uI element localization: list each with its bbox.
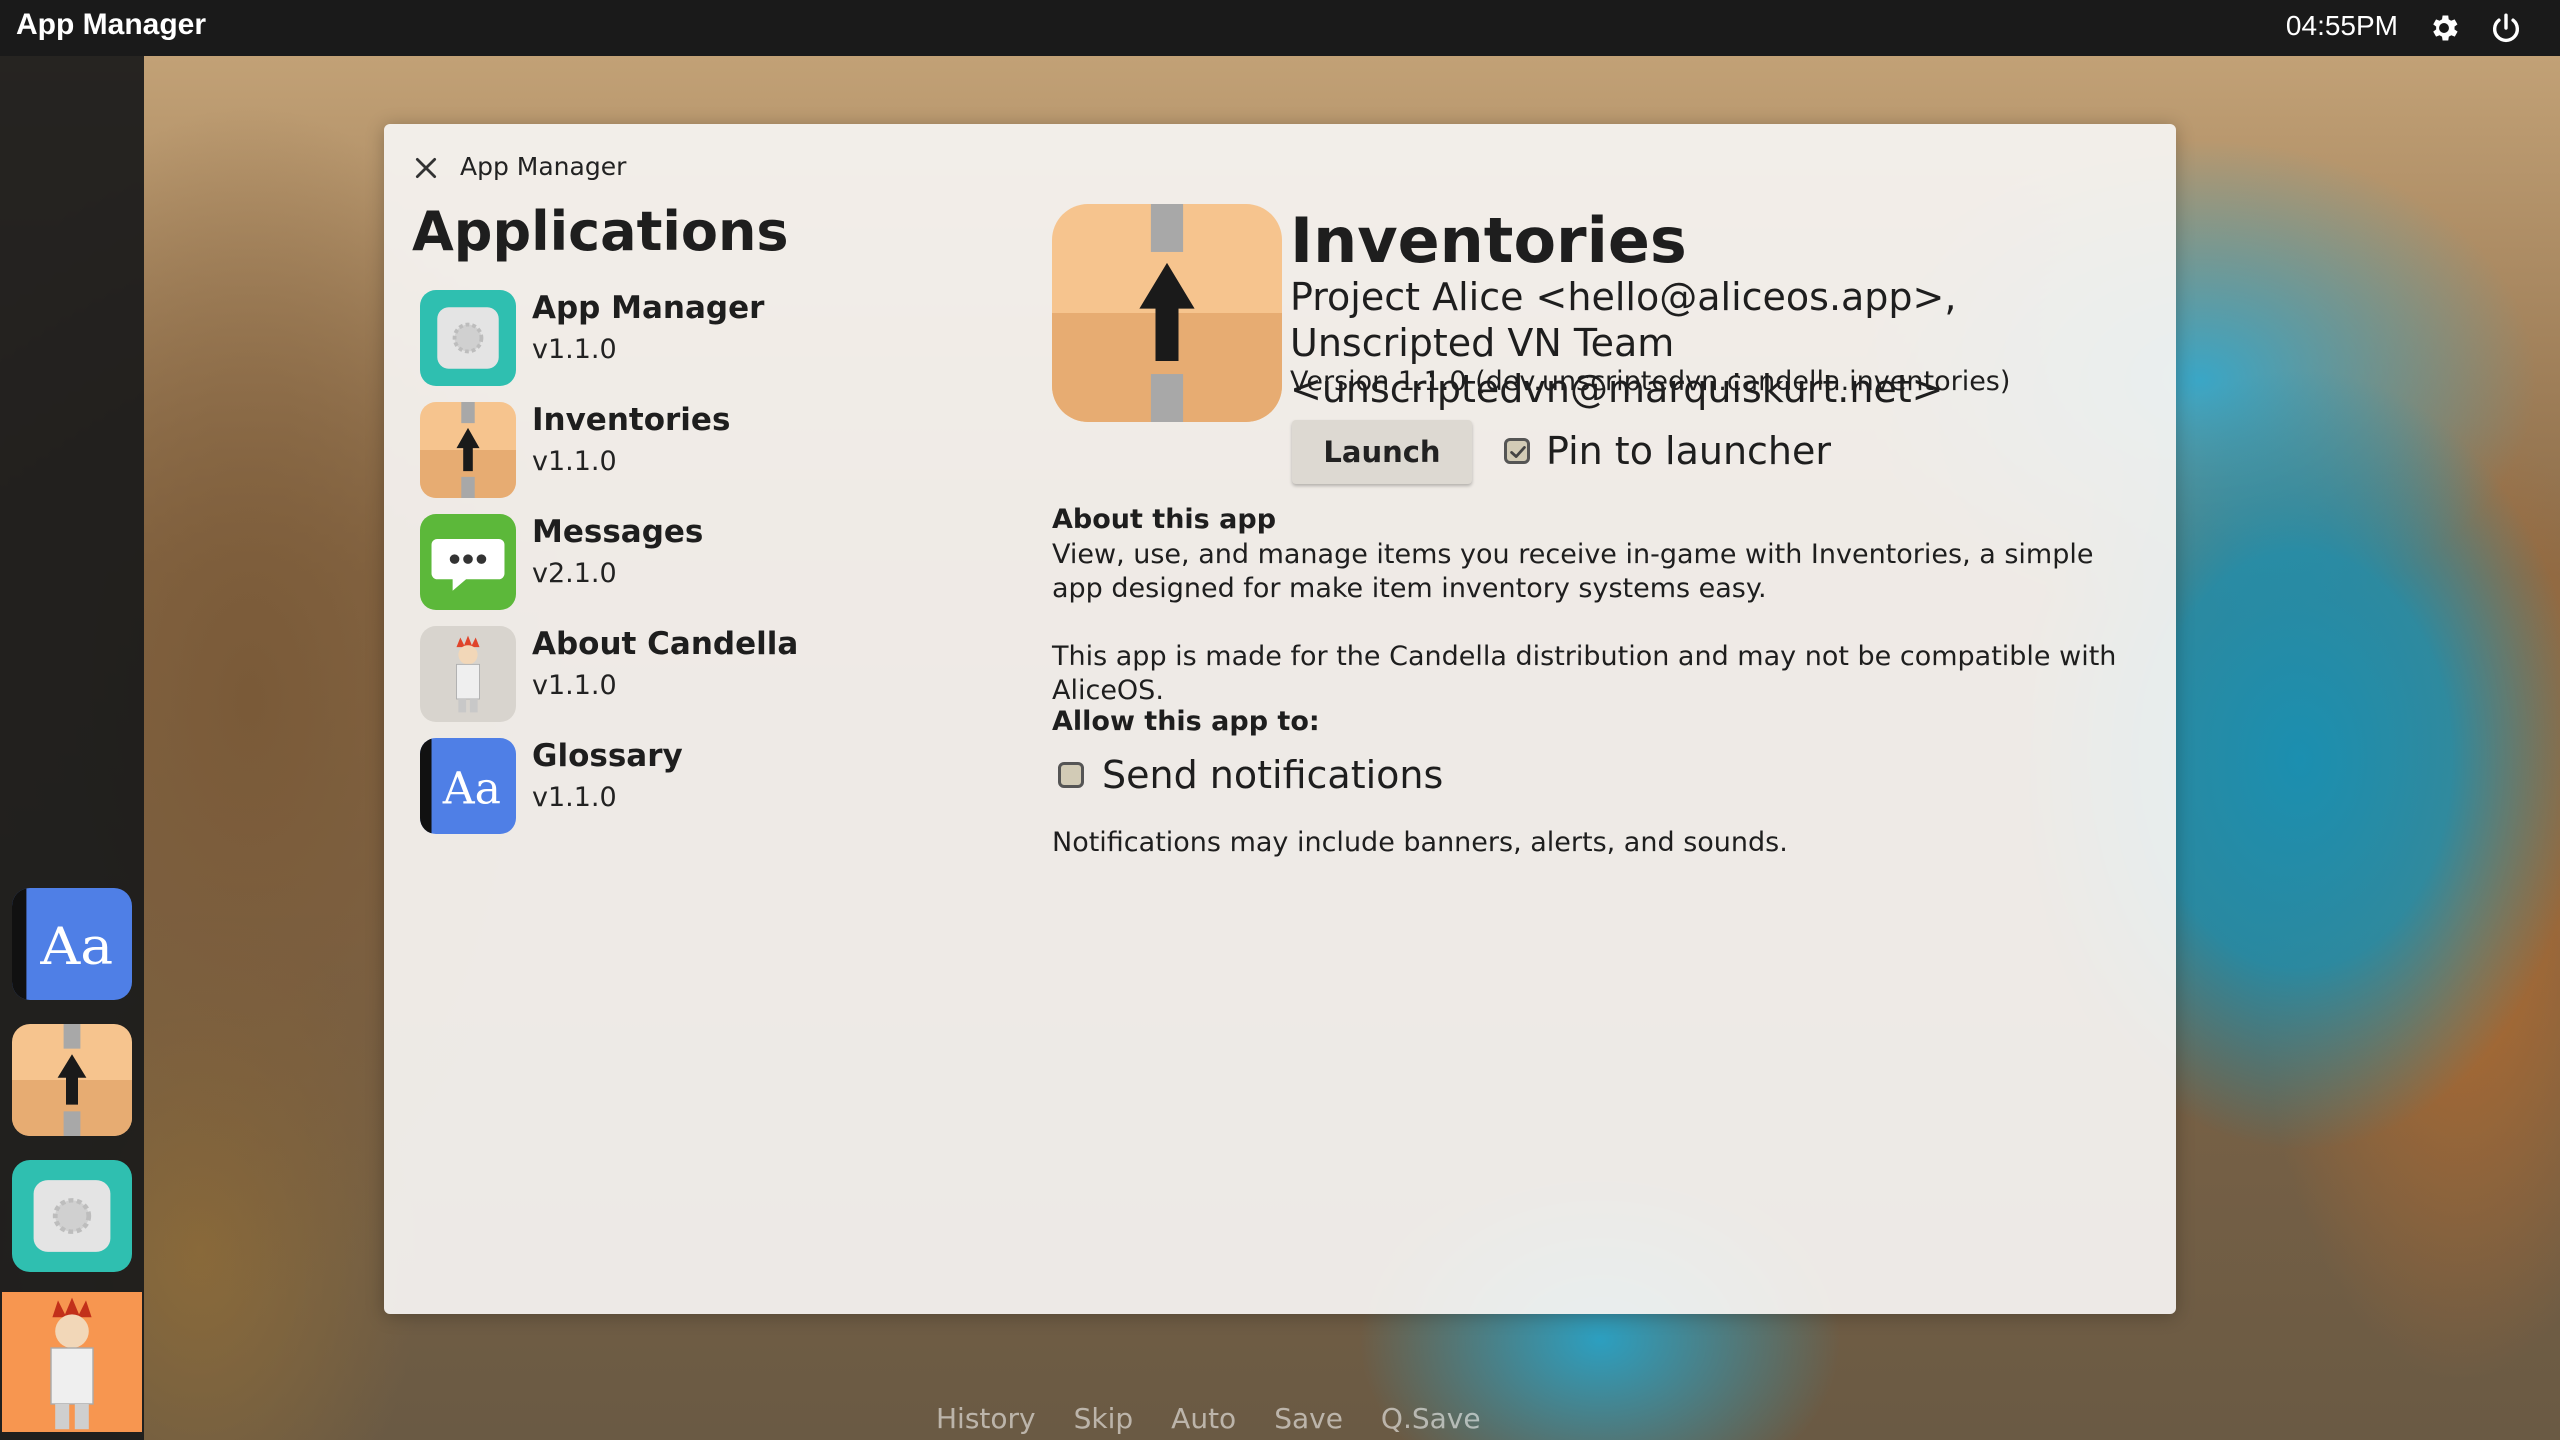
pin-checkbox[interactable] xyxy=(1504,438,1530,464)
about-heading: About this app xyxy=(1052,504,1277,535)
compatibility-text: This app is made for the Candella distri… xyxy=(1052,641,2117,706)
top-bar: App Manager 04:55PM xyxy=(0,0,2560,56)
app-list-item-app-manager[interactable]: App Manager v1.1.0 xyxy=(420,290,1020,386)
app-list-item-messages[interactable]: Messages v2.1.0 xyxy=(420,514,1020,610)
pin-to-launcher-toggle[interactable]: Pin to launcher xyxy=(1504,426,1831,476)
app-name: Inventories xyxy=(532,402,731,438)
app-name: App Manager xyxy=(532,290,765,326)
app-manager-icon xyxy=(12,1160,132,1272)
app-version: v1.1.0 xyxy=(532,782,617,813)
close-icon[interactable] xyxy=(410,152,442,184)
app-version: v1.1.0 xyxy=(532,334,617,365)
quick-menu-auto[interactable]: Auto xyxy=(1171,1402,1236,1438)
inventories-icon xyxy=(420,402,516,498)
app-detail-name: Inventories xyxy=(1290,204,1687,277)
app-version: v2.1.0 xyxy=(532,558,617,589)
pin-label: Pin to launcher xyxy=(1546,429,1832,473)
messages-icon xyxy=(420,514,516,610)
app-manager-icon xyxy=(420,290,516,386)
clock: 04:55PM xyxy=(2285,10,2398,41)
launch-button[interactable]: Launch xyxy=(1292,420,1472,484)
notifications-label: Send notifications xyxy=(1102,753,1444,797)
permissions-heading: Allow this app to: xyxy=(1052,706,1320,737)
app-dock xyxy=(0,56,144,1440)
app-name: About Candella xyxy=(532,626,799,662)
gear-icon[interactable] xyxy=(2426,10,2462,46)
notifications-note: Notifications may include banners, alert… xyxy=(1052,827,1788,858)
glossary-icon xyxy=(420,738,516,834)
quick-menu-quick-save[interactable]: Q.Save xyxy=(1381,1402,1481,1438)
dock-item-about-candella[interactable] xyxy=(2,1292,142,1432)
inventories-icon xyxy=(12,1024,132,1136)
app-list: App Manager v1.1.0 Inventories v1.1.0 Me… xyxy=(420,290,1020,850)
quick-menu-history[interactable]: History xyxy=(936,1402,1036,1438)
quick-menu-save[interactable]: Save xyxy=(1274,1402,1343,1438)
app-version: v1.1.0 xyxy=(532,446,617,477)
window-title: App Manager xyxy=(460,152,627,181)
glossary-icon xyxy=(12,888,132,1000)
app-name: Glossary xyxy=(532,738,683,774)
applications-heading: Applications xyxy=(412,200,789,263)
dock-item-glossary[interactable] xyxy=(12,888,132,1000)
about-candella-icon xyxy=(2,1292,142,1432)
quick-menu-skip[interactable]: Skip xyxy=(1074,1402,1134,1438)
power-icon[interactable] xyxy=(2488,10,2524,46)
app-detail-version: Version 1.1.0 (dev.unscriptedvn.candella… xyxy=(1290,366,2011,397)
about-text: View, use, and manage items you receive … xyxy=(1052,539,2094,604)
inventories-icon xyxy=(1052,204,1282,422)
quick-menu: History Skip Auto Save Q.Save xyxy=(936,1402,1519,1438)
dock-item-inventories[interactable] xyxy=(12,1024,132,1136)
notifications-checkbox[interactable] xyxy=(1058,762,1084,788)
about-candella-icon xyxy=(420,626,516,722)
dock-item-app-manager[interactable] xyxy=(12,1160,132,1272)
app-manager-window: App Manager Applications App Manager v1.… xyxy=(384,124,2176,1314)
app-list-item-inventories[interactable]: Inventories v1.1.0 xyxy=(420,402,1020,498)
app-version: v1.1.0 xyxy=(532,670,617,701)
app-list-item-about-candella[interactable]: About Candella v1.1.0 xyxy=(420,626,1020,722)
active-app-title: App Manager xyxy=(16,8,207,41)
app-name: Messages xyxy=(532,514,704,550)
app-list-item-glossary[interactable]: Glossary v1.1.0 xyxy=(420,738,1020,834)
send-notifications-toggle[interactable]: Send notifications xyxy=(1058,750,1443,800)
